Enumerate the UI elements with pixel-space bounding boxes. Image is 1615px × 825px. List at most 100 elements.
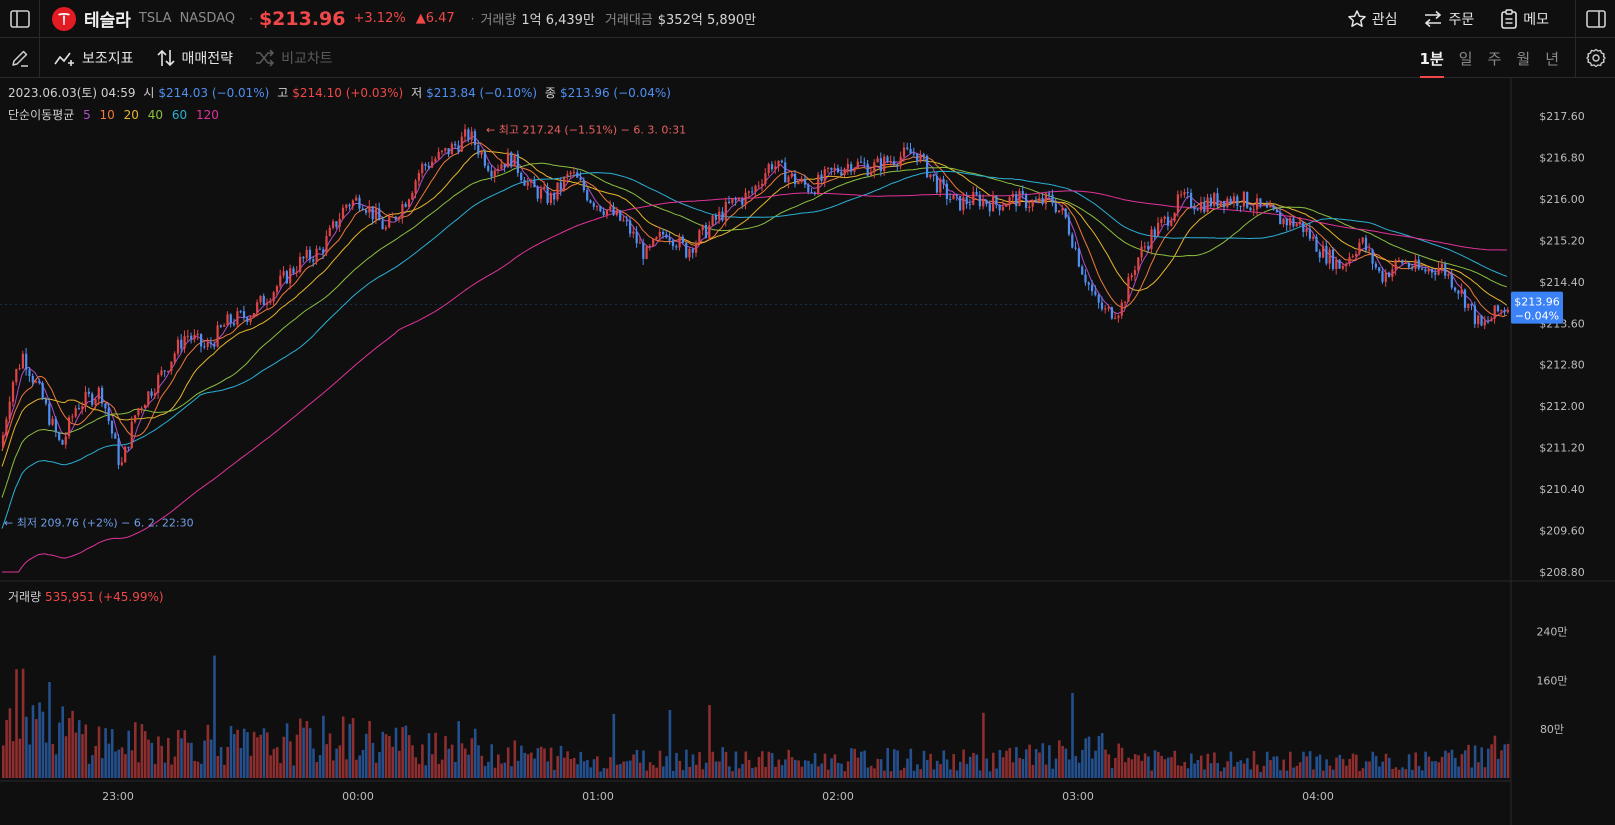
candle-body bbox=[368, 206, 371, 213]
strategy-button[interactable]: 매매전략 bbox=[156, 48, 233, 68]
volume-bar bbox=[18, 738, 22, 778]
volume-bar bbox=[500, 763, 503, 778]
compare-chart-button[interactable]: 비교차트 bbox=[255, 48, 333, 68]
candle-body bbox=[1460, 289, 1463, 294]
watchlist-button[interactable]: 관심 bbox=[1347, 9, 1397, 29]
tab-1min[interactable]: 1분 bbox=[1419, 38, 1445, 78]
candle-body bbox=[84, 391, 87, 407]
chart-toolbar: 보조지표 매매전략 비교차트 1분 일 주 월 년 bbox=[0, 37, 1615, 78]
drawing-tool-button[interactable] bbox=[0, 37, 40, 78]
order-button[interactable]: 주문 bbox=[1423, 9, 1474, 29]
candle-body bbox=[318, 248, 321, 250]
candle-body bbox=[190, 335, 193, 340]
right-panel-toggle-button[interactable] bbox=[1575, 0, 1615, 38]
time-axis-tick: 03:00 bbox=[1062, 790, 1094, 803]
volume-bar bbox=[1364, 761, 1368, 778]
indicator-button[interactable]: 보조지표 bbox=[54, 48, 134, 68]
volume-bar bbox=[846, 761, 850, 778]
volume-bar bbox=[160, 745, 163, 778]
candle-body bbox=[219, 325, 222, 327]
candle-body bbox=[520, 172, 523, 181]
volume-bar bbox=[1001, 757, 1005, 778]
volume-bar bbox=[91, 755, 94, 778]
candle-body bbox=[31, 375, 34, 383]
candle-body bbox=[770, 164, 774, 170]
volume-bar bbox=[982, 712, 985, 778]
tab-day[interactable]: 일 bbox=[1459, 38, 1473, 78]
close-value: $213.96 (−0.04%) bbox=[559, 86, 671, 100]
volume-bar bbox=[701, 769, 705, 778]
candle-body bbox=[1005, 205, 1008, 207]
candle-body bbox=[935, 176, 939, 193]
volume-bar bbox=[840, 763, 843, 778]
candle-body bbox=[1318, 251, 1321, 258]
volume-axis-tick: 240만 bbox=[1536, 626, 1567, 639]
candle-body bbox=[889, 161, 892, 163]
volume-bar bbox=[1417, 765, 1421, 778]
candle-body bbox=[1407, 263, 1410, 268]
tab-month[interactable]: 월 bbox=[1516, 38, 1530, 78]
volume-bar bbox=[325, 744, 328, 778]
candle-body bbox=[1114, 317, 1117, 319]
volume-bar bbox=[417, 763, 421, 778]
candle-body bbox=[827, 167, 830, 170]
price-axis-tick: $212.80 bbox=[1539, 359, 1585, 372]
candle-body bbox=[906, 147, 909, 149]
candle-body bbox=[764, 173, 767, 184]
order-label: 주문 bbox=[1448, 12, 1475, 28]
volume-bar bbox=[629, 760, 632, 778]
chart-canvas[interactable]: $217.60 $216.80 $216.00 $215.20 $214.40 $213.… bbox=[0, 78, 1615, 825]
candle-body bbox=[612, 206, 615, 216]
candle-body bbox=[1394, 260, 1397, 270]
tab-year[interactable]: 년 bbox=[1545, 38, 1559, 78]
candle-body bbox=[1457, 290, 1460, 294]
price-axis-tick: $214.40 bbox=[1539, 276, 1585, 289]
chart-settings-button[interactable] bbox=[1575, 38, 1615, 78]
candle-body bbox=[962, 197, 965, 211]
candle-body bbox=[1028, 206, 1031, 208]
candle-body bbox=[721, 211, 724, 221]
volume-bar bbox=[714, 761, 718, 778]
volume-bar bbox=[635, 750, 639, 778]
candle-body bbox=[1265, 204, 1269, 208]
volume-bar bbox=[107, 743, 111, 778]
candle-body bbox=[147, 391, 150, 406]
volume-bar bbox=[120, 747, 124, 778]
candle-body bbox=[747, 191, 750, 193]
volume-bar bbox=[348, 723, 352, 778]
volume-bar bbox=[1368, 761, 1371, 778]
volume-bar bbox=[820, 763, 823, 778]
volume-bar bbox=[794, 759, 797, 778]
sidebar-toggle-button[interactable] bbox=[0, 0, 40, 38]
ma-60-line bbox=[1, 170, 1507, 529]
volume-bar bbox=[1157, 751, 1160, 778]
volume-bar bbox=[427, 733, 431, 778]
candle-body bbox=[1173, 212, 1176, 221]
volume-bar bbox=[1325, 759, 1328, 778]
memo-button[interactable]: 메모 bbox=[1500, 9, 1549, 29]
price-axis-tick: $209.60 bbox=[1539, 525, 1585, 538]
price-chart[interactable]: $217.60 $216.80 $216.00 $215.20 $214.40 $213.… bbox=[0, 78, 1615, 825]
star-icon bbox=[1347, 10, 1366, 27]
candle-body bbox=[1397, 260, 1401, 262]
volume-bar bbox=[1318, 754, 1322, 778]
candle-body bbox=[28, 369, 31, 376]
trade-amount-label: 거래대금 bbox=[604, 13, 653, 28]
volume-bar bbox=[61, 706, 64, 778]
candle-body bbox=[381, 220, 384, 230]
volume-bar bbox=[869, 765, 873, 778]
candle-body bbox=[658, 231, 661, 237]
volume-bar bbox=[780, 765, 784, 778]
moving-average-legend[interactable]: 단순이동평균 5 10 20 40 60 120 bbox=[8, 106, 224, 123]
candle-body bbox=[761, 183, 764, 186]
volume-bar bbox=[1058, 740, 1061, 778]
volume-bar bbox=[638, 762, 642, 778]
volume-legend[interactable]: 거래량 535,951 (+45.99%) bbox=[8, 588, 164, 605]
volume-bar bbox=[599, 771, 602, 778]
volume-bar bbox=[173, 756, 177, 778]
candle-body bbox=[378, 208, 381, 221]
tab-week[interactable]: 주 bbox=[1488, 38, 1502, 78]
volume-bar bbox=[2, 745, 5, 778]
volume-bar bbox=[434, 732, 437, 778]
candle-body bbox=[1203, 202, 1206, 212]
